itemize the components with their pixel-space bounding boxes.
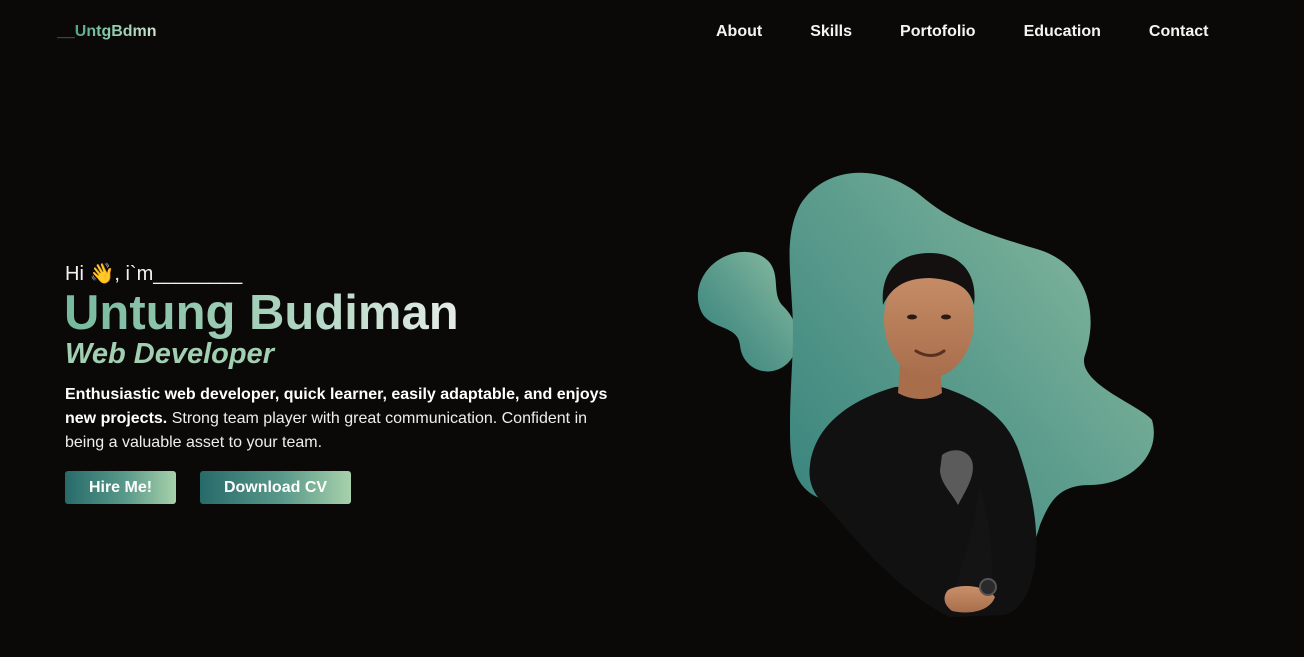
hero-portrait-image	[697, 172, 1154, 617]
nav-skills[interactable]: Skills	[810, 22, 852, 42]
nav-about[interactable]: About	[716, 22, 762, 42]
nav-portofolio[interactable]: Portofolio	[900, 22, 976, 42]
hire-me-button[interactable]: Hire Me!	[65, 471, 176, 504]
hero-greeting: Hi 👋, i`m________	[65, 263, 243, 285]
download-cv-button[interactable]: Download CV	[200, 471, 351, 504]
site-logo[interactable]: __UntgBdmn	[57, 22, 157, 42]
nav-education[interactable]: Education	[1024, 22, 1101, 42]
page: __UntgBdmn About Skills Portofolio Educa…	[0, 0, 1304, 657]
hero-role: Web Developer	[65, 338, 274, 370]
nav-contact[interactable]: Contact	[1149, 22, 1209, 42]
main-nav: About Skills Portofolio Education Contac…	[716, 22, 1208, 42]
hero-name: Untung Budiman	[64, 286, 459, 340]
hero-description: Enthusiastic web developer, quick learne…	[65, 383, 625, 455]
